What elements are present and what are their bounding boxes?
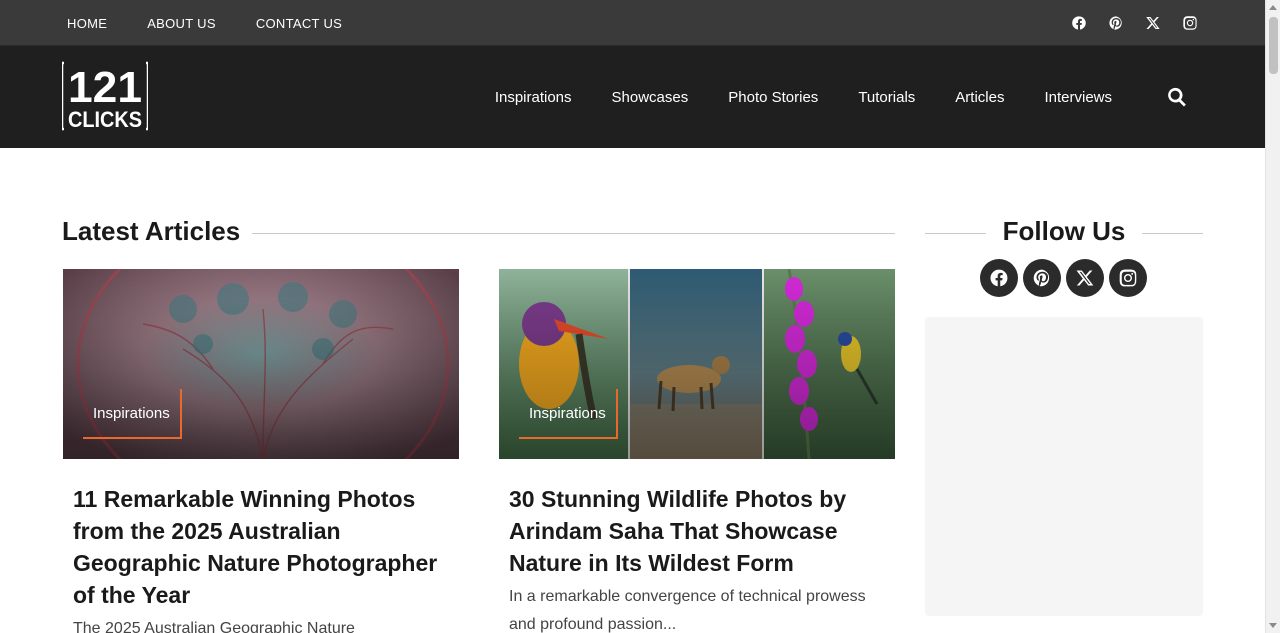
nav-inspirations[interactable]: Inspirations [475,89,592,106]
facebook-icon[interactable] [980,259,1018,297]
nav-tutorials[interactable]: Tutorials [838,89,935,106]
article-excerpt: The 2025 Australian Geographic Nature [73,620,355,633]
top-nav: HOME ABOUT US CONTACT US [47,0,362,46]
instagram-icon[interactable] [1109,259,1147,297]
article-card[interactable]: Inspirations 11 Remarkable Winning Photo… [63,269,459,633]
top-nav-home[interactable]: HOME [47,16,127,31]
article-thumbnail[interactable]: Inspirations [63,269,459,459]
follow-us-heading: Follow Us [1002,216,1126,246]
top-social-links [1070,0,1199,46]
heading-divider [252,233,895,234]
scroll-up-arrow-icon[interactable] [1269,5,1277,10]
article-thumbnail[interactable]: Inspirations [499,269,895,459]
x-icon[interactable] [1144,14,1162,32]
main-nav: Inspirations Showcases Photo Stories Tut… [475,46,1132,148]
top-nav-about[interactable]: ABOUT US [127,16,236,31]
category-badge[interactable]: Inspirations [83,389,182,439]
instagram-icon[interactable] [1181,14,1199,32]
article-title[interactable]: 11 Remarkable Winning Photos from the 20… [73,483,449,611]
scrollbar-thumb[interactable] [1269,17,1278,74]
category-badge[interactable]: Inspirations [519,389,618,439]
article-card[interactable]: Inspirations 30 Stunning Wildlife Photos… [499,269,895,633]
follow-social-links [980,259,1147,297]
article-title[interactable]: 30 Stunning Wildlife Photos by Arindam S… [509,483,885,579]
nav-photo-stories[interactable]: Photo Stories [708,89,838,106]
site-logo[interactable]: 121 CLICKS [60,60,150,132]
nav-articles[interactable]: Articles [935,89,1024,106]
follow-divider-right [1142,233,1203,234]
pinterest-icon[interactable] [1023,259,1061,297]
top-nav-contact[interactable]: CONTACT US [236,16,362,31]
facebook-icon[interactable] [1070,14,1088,32]
section-title-latest-articles: Latest Articles [62,216,241,246]
search-icon[interactable] [1166,86,1188,108]
scroll-down-arrow-icon[interactable] [1269,623,1277,628]
pinterest-icon[interactable] [1107,14,1125,32]
nav-interviews[interactable]: Interviews [1024,89,1132,106]
site-header: 121 CLICKS Inspirations Showcases Photo … [0,46,1265,148]
nav-showcases[interactable]: Showcases [592,89,709,106]
logo-number: 121 [68,63,142,112]
x-icon[interactable] [1066,259,1104,297]
logo-word: CLICKS [68,107,142,132]
page-scrollbar[interactable] [1265,0,1280,633]
top-bar: HOME ABOUT US CONTACT US [0,0,1265,46]
article-excerpt: In a remarkable convergence of technical… [509,588,866,633]
sidebar-ad-placeholder [925,317,1203,616]
